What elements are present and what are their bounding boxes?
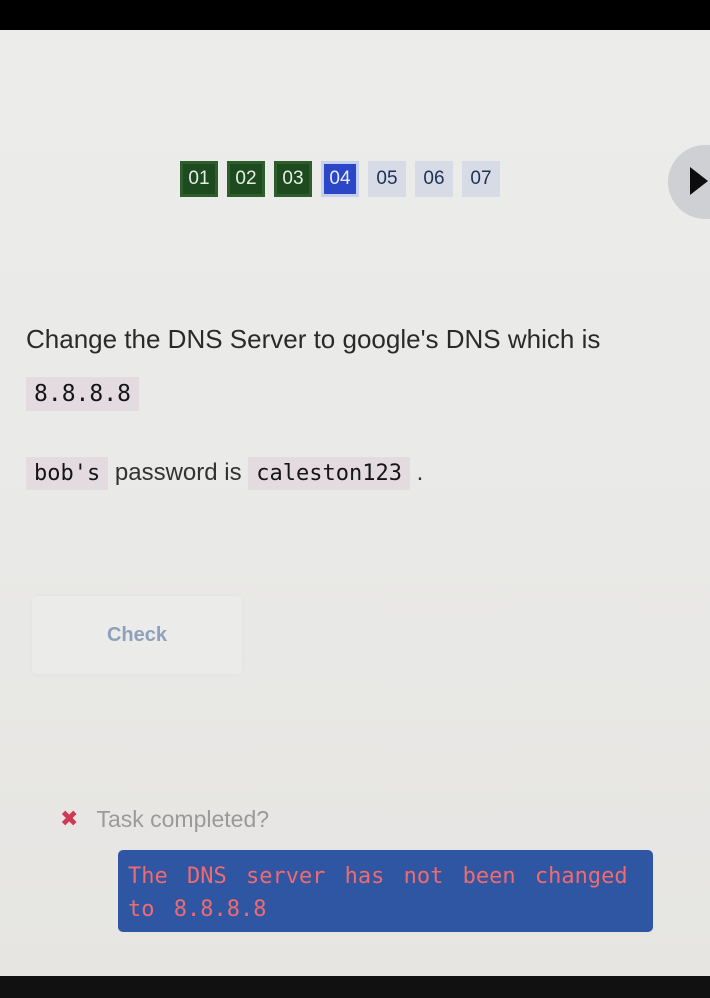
check-button-label: Check xyxy=(106,623,168,646)
username-code: bob's xyxy=(26,457,109,490)
cross-icon: ✖ xyxy=(60,807,79,832)
play-arrow-icon xyxy=(690,167,708,195)
question-text: Change the DNS Server to google's DNS wh… xyxy=(26,324,601,354)
screen-bezel xyxy=(0,976,710,998)
task-question: Change the DNS Server to google's DNS wh… xyxy=(26,313,686,421)
step-navigation: 01 02 03 04 05 06 07 xyxy=(180,161,500,197)
task-status: ✖ Task completed? xyxy=(60,806,269,833)
hint-text: password is xyxy=(114,459,242,486)
task-screen: 01 02 03 04 05 06 07 Change the DNS Serv… xyxy=(0,30,710,976)
next-step-button[interactable] xyxy=(668,145,710,219)
step-05[interactable]: 05 xyxy=(368,161,406,197)
step-06[interactable]: 06 xyxy=(415,161,453,197)
step-07[interactable]: 07 xyxy=(462,161,500,197)
credentials-hint: bob's password is caleston123 . xyxy=(26,453,423,494)
hint-period: . xyxy=(416,459,424,486)
status-message: The DNS server has not been changed to 8… xyxy=(118,850,653,932)
step-04[interactable]: 04 xyxy=(321,161,359,197)
password-code: caleston123 xyxy=(248,457,410,490)
task-completed-label: Task completed? xyxy=(96,806,270,832)
check-button[interactable]: Check xyxy=(32,596,242,674)
dns-value-code: 8.8.8.8 xyxy=(26,377,139,411)
step-01[interactable]: 01 xyxy=(180,161,218,197)
step-03[interactable]: 03 xyxy=(274,161,312,197)
step-02[interactable]: 02 xyxy=(227,161,265,197)
